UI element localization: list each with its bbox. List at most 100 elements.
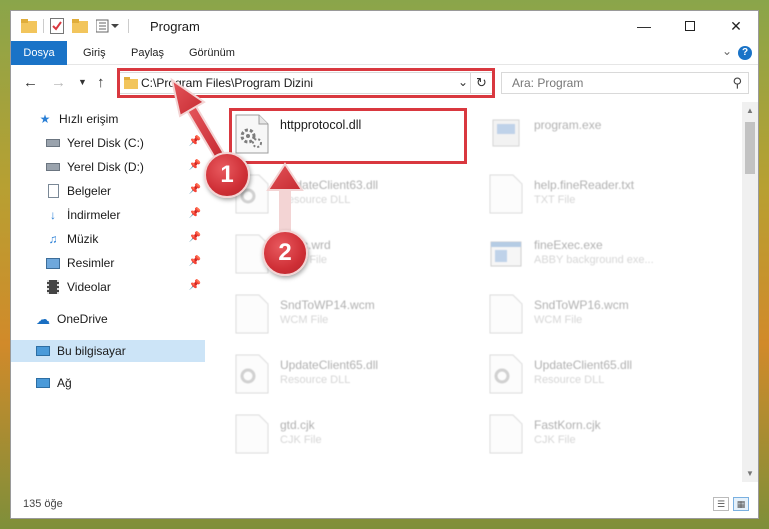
scroll-up-icon[interactable]: ▲ (746, 106, 754, 115)
properties-icon[interactable] (50, 18, 64, 34)
sidebar-item-network[interactable]: Ağ (11, 372, 205, 394)
file-item[interactable]: UpdateClient65.dll Resource DLL (462, 350, 712, 408)
sidebar-item-label: İndirmeler (67, 208, 121, 222)
close-icon: ✕ (730, 17, 742, 34)
item-count: 135 öğe (23, 498, 63, 510)
forward-button[interactable]: → (51, 74, 66, 91)
file-item[interactable]: basic.wrd WRD File (208, 230, 458, 288)
download-icon: ↓ (50, 208, 56, 222)
sidebar-item-documents[interactable]: Belgeler 📌 (11, 180, 205, 202)
pin-icon: 📌 (188, 280, 201, 291)
music-icon: ♫ (48, 232, 58, 246)
sidebar-item-label: Yerel Disk (D:) (67, 160, 144, 174)
window-title: Program (150, 19, 200, 34)
customize-toolbar-icon[interactable] (96, 19, 122, 33)
expand-ribbon-icon[interactable]: ⌄ (722, 44, 732, 58)
sidebar-item-label: Belgeler (67, 184, 112, 198)
recent-locations-button[interactable]: ▼ (78, 77, 87, 87)
file-name: gtd.cjk (280, 418, 315, 432)
file-item[interactable]: help.fineReader.txt TXT File (462, 170, 712, 228)
sidebar-item-disk-d[interactable]: Yerel Disk (D:) 📌 (11, 156, 205, 178)
drive-icon (45, 159, 61, 175)
cloud-icon: ☁ (36, 310, 50, 327)
file-item[interactable]: gtd.cjk CJK File (208, 410, 458, 468)
pin-icon: 📌 (188, 208, 201, 219)
up-button[interactable]: ↑ (97, 74, 105, 91)
file-type: Resource DLL (280, 194, 351, 206)
star-icon: ★ (39, 112, 51, 126)
new-folder-icon[interactable] (72, 19, 88, 33)
tab-share[interactable]: Paylaş (121, 41, 174, 65)
sidebar-item-label: Yerel Disk (C:) (67, 136, 144, 150)
details-view-button[interactable]: ☰ (713, 497, 729, 511)
search-placeholder: Ara: Program (512, 76, 584, 90)
file-name: fineExec.exe (534, 238, 603, 252)
sidebar-item-pictures[interactable]: Resimler 📌 (11, 252, 205, 274)
file-item[interactable]: UpdateClient65.dll Resource DLL (208, 350, 458, 408)
file-type: Resource DLL (280, 374, 351, 386)
address-bar[interactable]: C:\Program Files\Program Dizini ⌄ ↻ (118, 72, 493, 94)
refresh-icon: ↻ (476, 75, 487, 90)
folder-icon (124, 77, 138, 89)
scroll-down-icon[interactable]: ▼ (746, 469, 754, 478)
step-badge-1: 1 (204, 152, 250, 198)
sidebar-item-downloads[interactable]: ↓ İndirmeler 📌 (11, 204, 205, 226)
exe-file-icon (492, 119, 520, 147)
sidebar-item-onedrive[interactable]: ☁ OneDrive (11, 308, 205, 330)
sidebar-item-label: Resimler (67, 256, 115, 270)
file-name: SndToWP14.wcm (280, 298, 375, 312)
sidebar-item-music[interactable]: ♫ Müzik 📌 (11, 228, 205, 250)
status-bar: 135 öğe ☰ ▦ (11, 492, 758, 518)
sidebar-item-this-pc[interactable]: Bu bilgisayar (11, 340, 205, 362)
scroll-thumb[interactable] (745, 122, 755, 174)
tab-view[interactable]: Görünüm (179, 41, 245, 65)
pictures-icon (45, 255, 61, 271)
sidebar-item-videos[interactable]: Videolar 📌 (11, 276, 205, 298)
tab-home[interactable]: Giriş (73, 41, 116, 65)
sidebar-item-label: OneDrive (57, 312, 108, 326)
file-name: FastKorn.cjk (534, 418, 601, 432)
file-icon (235, 294, 269, 334)
file-type: CJK File (280, 434, 322, 446)
minimize-button[interactable]: — (621, 11, 667, 41)
file-item[interactable]: SndToWP16.wcm WCM File (462, 290, 712, 348)
tab-file[interactable]: Dosya (11, 41, 67, 65)
file-type: ABBY background exe... (534, 254, 654, 266)
minimize-icon: — (637, 18, 651, 34)
file-item[interactable]: SndToWP14.wcm WCM File (208, 290, 458, 348)
file-icon (235, 414, 269, 454)
search-icon[interactable]: ⚲ (732, 75, 742, 91)
pin-icon: 📌 (188, 136, 201, 147)
back-button[interactable]: ← (23, 74, 38, 91)
title-bar: Program — ✕ (11, 11, 758, 41)
refresh-button[interactable]: ↻ (470, 72, 492, 94)
file-icon (489, 294, 523, 334)
file-item[interactable]: FastKorn.cjk CJK File (462, 410, 712, 468)
large-icons-view-button[interactable]: ▦ (733, 497, 749, 511)
sidebar-item-label: Ağ (57, 376, 72, 390)
close-button[interactable]: ✕ (713, 11, 759, 41)
up-arrow-icon: ↑ (97, 74, 105, 91)
forward-arrow-icon: → (51, 74, 66, 91)
file-name: httpprotocol.dll (280, 118, 362, 132)
help-button[interactable]: ? (738, 46, 752, 60)
dll-file-icon (235, 354, 269, 394)
folder-icon (21, 19, 37, 33)
file-item[interactable]: httpprotocol.dll (208, 110, 458, 168)
computer-icon (35, 343, 51, 359)
back-arrow-icon: ← (23, 74, 38, 91)
sidebar-item-label: Müzik (67, 232, 99, 246)
exe-file-icon (490, 241, 522, 267)
address-dropdown-icon[interactable]: ⌄ (458, 75, 468, 89)
sidebar-item-label: Hızlı erişim (59, 112, 119, 126)
file-item[interactable]: program.exe (462, 110, 712, 168)
file-name: UpdateClient65.dll (534, 358, 633, 372)
search-box[interactable]: Ara: Program ⚲ (501, 72, 749, 94)
vertical-scrollbar[interactable]: ▲ ▼ (742, 102, 758, 482)
quick-access-toolbar (21, 17, 135, 35)
maximize-button[interactable] (667, 11, 713, 41)
sidebar-item-disk-c[interactable]: Yerel Disk (C:) 📌 (11, 132, 205, 154)
file-item[interactable]: fineExec.exe ABBY background exe... (462, 230, 712, 288)
sidebar-item-quick-access[interactable]: ★ Hızlı erişim (11, 108, 205, 130)
file-name: UpdateClient65.dll (280, 358, 379, 372)
